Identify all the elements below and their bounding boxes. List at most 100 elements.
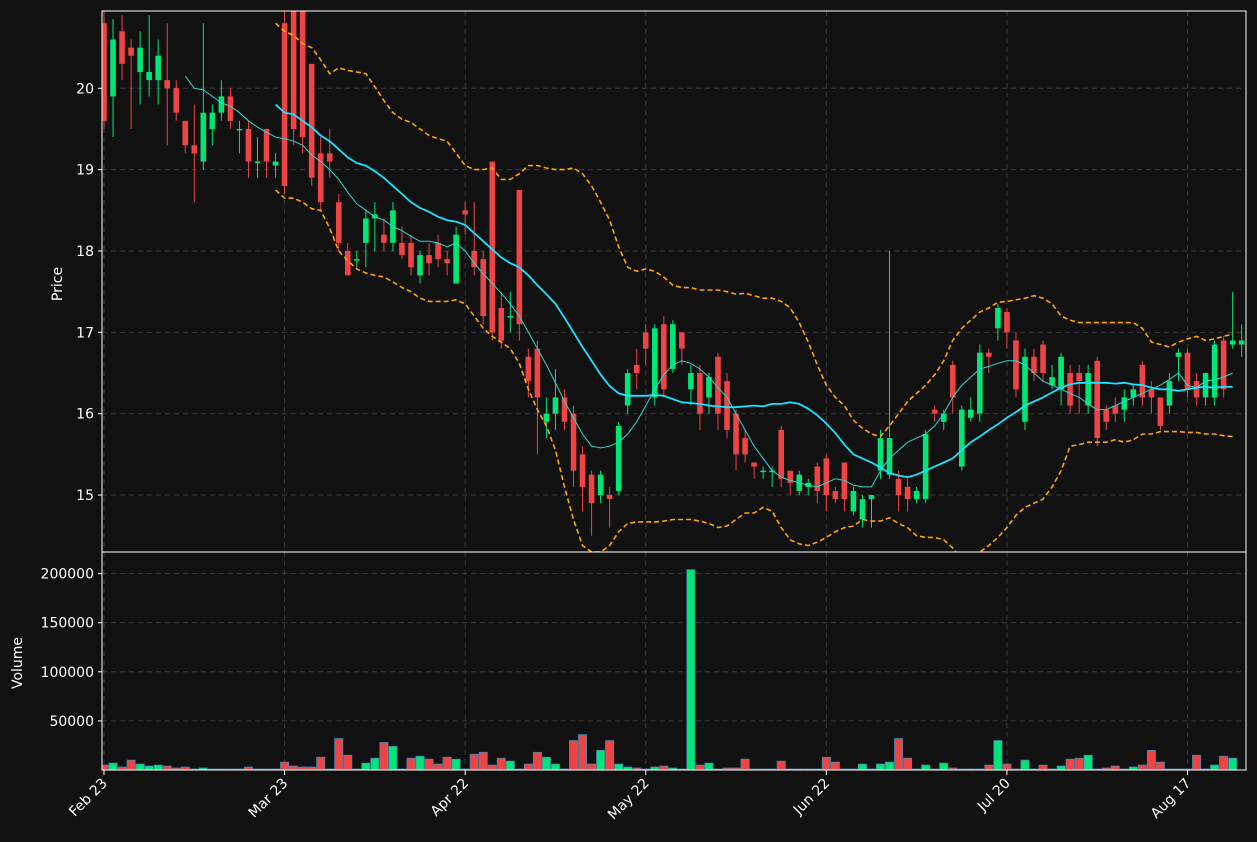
candle-body — [1121, 397, 1128, 410]
candle-body — [326, 153, 333, 162]
volume-bar — [587, 763, 597, 770]
candle-body — [308, 63, 315, 178]
volume-bar — [984, 764, 994, 770]
candle-body — [724, 381, 730, 430]
candle-body — [823, 458, 830, 496]
volume-tick-label: 100000 — [41, 665, 94, 681]
volume-bar — [885, 761, 895, 770]
candle-body — [688, 373, 694, 390]
volume-bar — [821, 756, 831, 770]
candle-body — [895, 478, 902, 496]
candle-body — [579, 454, 586, 487]
candle-body — [679, 332, 685, 349]
candle-body — [868, 495, 875, 500]
candle-body — [850, 490, 857, 512]
volume-bar — [1002, 763, 1012, 770]
volume-bar — [876, 763, 885, 770]
candle-body — [1085, 373, 1091, 406]
candle-body — [1202, 373, 1209, 398]
volume-bar — [1228, 757, 1238, 770]
volume-bar — [1056, 765, 1066, 770]
candle-body — [931, 409, 938, 414]
candle-body — [1229, 340, 1236, 345]
candle-body — [110, 39, 116, 97]
volume-bar — [614, 763, 624, 770]
candle-body — [1004, 312, 1010, 333]
candle-body — [697, 373, 703, 414]
candle-body — [1013, 340, 1019, 390]
candle-body — [146, 72, 152, 81]
candle-body — [624, 373, 631, 406]
volume-bar — [334, 738, 344, 770]
price-tick-label: 20 — [76, 81, 94, 97]
candle-body — [949, 364, 956, 398]
candle-body — [1058, 356, 1064, 390]
volume-bar — [126, 759, 136, 770]
price-tick-label: 19 — [76, 163, 94, 179]
candle-body — [227, 96, 234, 121]
candle-body — [1166, 381, 1173, 406]
candle-body — [417, 255, 423, 276]
volume-bar — [442, 756, 452, 770]
volume-bar — [1038, 764, 1048, 770]
candle-body — [670, 324, 676, 369]
candle-body — [299, 11, 306, 138]
volume-tick-label: 150000 — [41, 616, 94, 632]
price-axis-label: Price — [50, 267, 66, 301]
volume-bar — [280, 761, 290, 770]
candle-body — [1220, 340, 1227, 390]
volume-bar — [108, 762, 118, 770]
candle-body — [606, 495, 613, 500]
volume-bar — [894, 738, 904, 770]
candle-body — [363, 218, 369, 243]
volume-axis-label: Volume — [10, 637, 26, 689]
volume-bar — [1146, 749, 1156, 770]
candle-body — [1184, 352, 1191, 390]
candle-body — [408, 242, 414, 268]
candle-body — [245, 128, 252, 162]
candle-body — [832, 490, 839, 500]
candle-body — [706, 377, 712, 398]
volume-bar — [370, 757, 380, 770]
volume-bar — [505, 760, 515, 770]
volume-bar — [704, 762, 714, 770]
price-tick-label: 15 — [76, 488, 94, 504]
candle-body — [615, 425, 622, 491]
volume-bar — [379, 742, 389, 770]
candle-body — [1157, 397, 1164, 426]
volume-bar — [343, 754, 353, 770]
candle-body — [218, 96, 225, 113]
candle-body — [1094, 360, 1101, 439]
volume-bar — [415, 755, 425, 770]
volume-bar — [578, 734, 588, 770]
candle-body — [995, 307, 1001, 329]
candle-body — [597, 474, 604, 496]
candle-body — [1076, 373, 1082, 382]
candle-body — [209, 112, 216, 129]
volume-bar — [406, 757, 416, 770]
volume-bar — [496, 757, 506, 770]
volume-bar — [451, 758, 461, 770]
volume-bar — [1074, 757, 1084, 770]
candle-body — [986, 352, 992, 357]
candle-body — [272, 161, 279, 166]
candle-body — [1211, 344, 1218, 398]
candle-body — [480, 259, 487, 317]
candle-body — [435, 242, 441, 260]
candle-body — [588, 474, 595, 504]
volume-bar — [1155, 761, 1165, 770]
volume-bar — [1210, 764, 1220, 770]
candle-body — [453, 234, 459, 284]
candlestick-chart: 151617181920 50000100000150000200000 Feb… — [0, 0, 1257, 842]
candle-body — [128, 47, 134, 56]
candle-body — [733, 413, 739, 455]
candle-body — [1238, 340, 1245, 345]
candle-body — [778, 429, 784, 479]
price-tick-label: 18 — [76, 244, 94, 260]
volume-bar — [776, 760, 786, 770]
price-tick-label: 17 — [76, 325, 94, 341]
candle-body — [281, 23, 288, 186]
volume-bar — [469, 753, 479, 770]
volume-bar — [487, 764, 497, 770]
candle-body — [381, 234, 387, 243]
